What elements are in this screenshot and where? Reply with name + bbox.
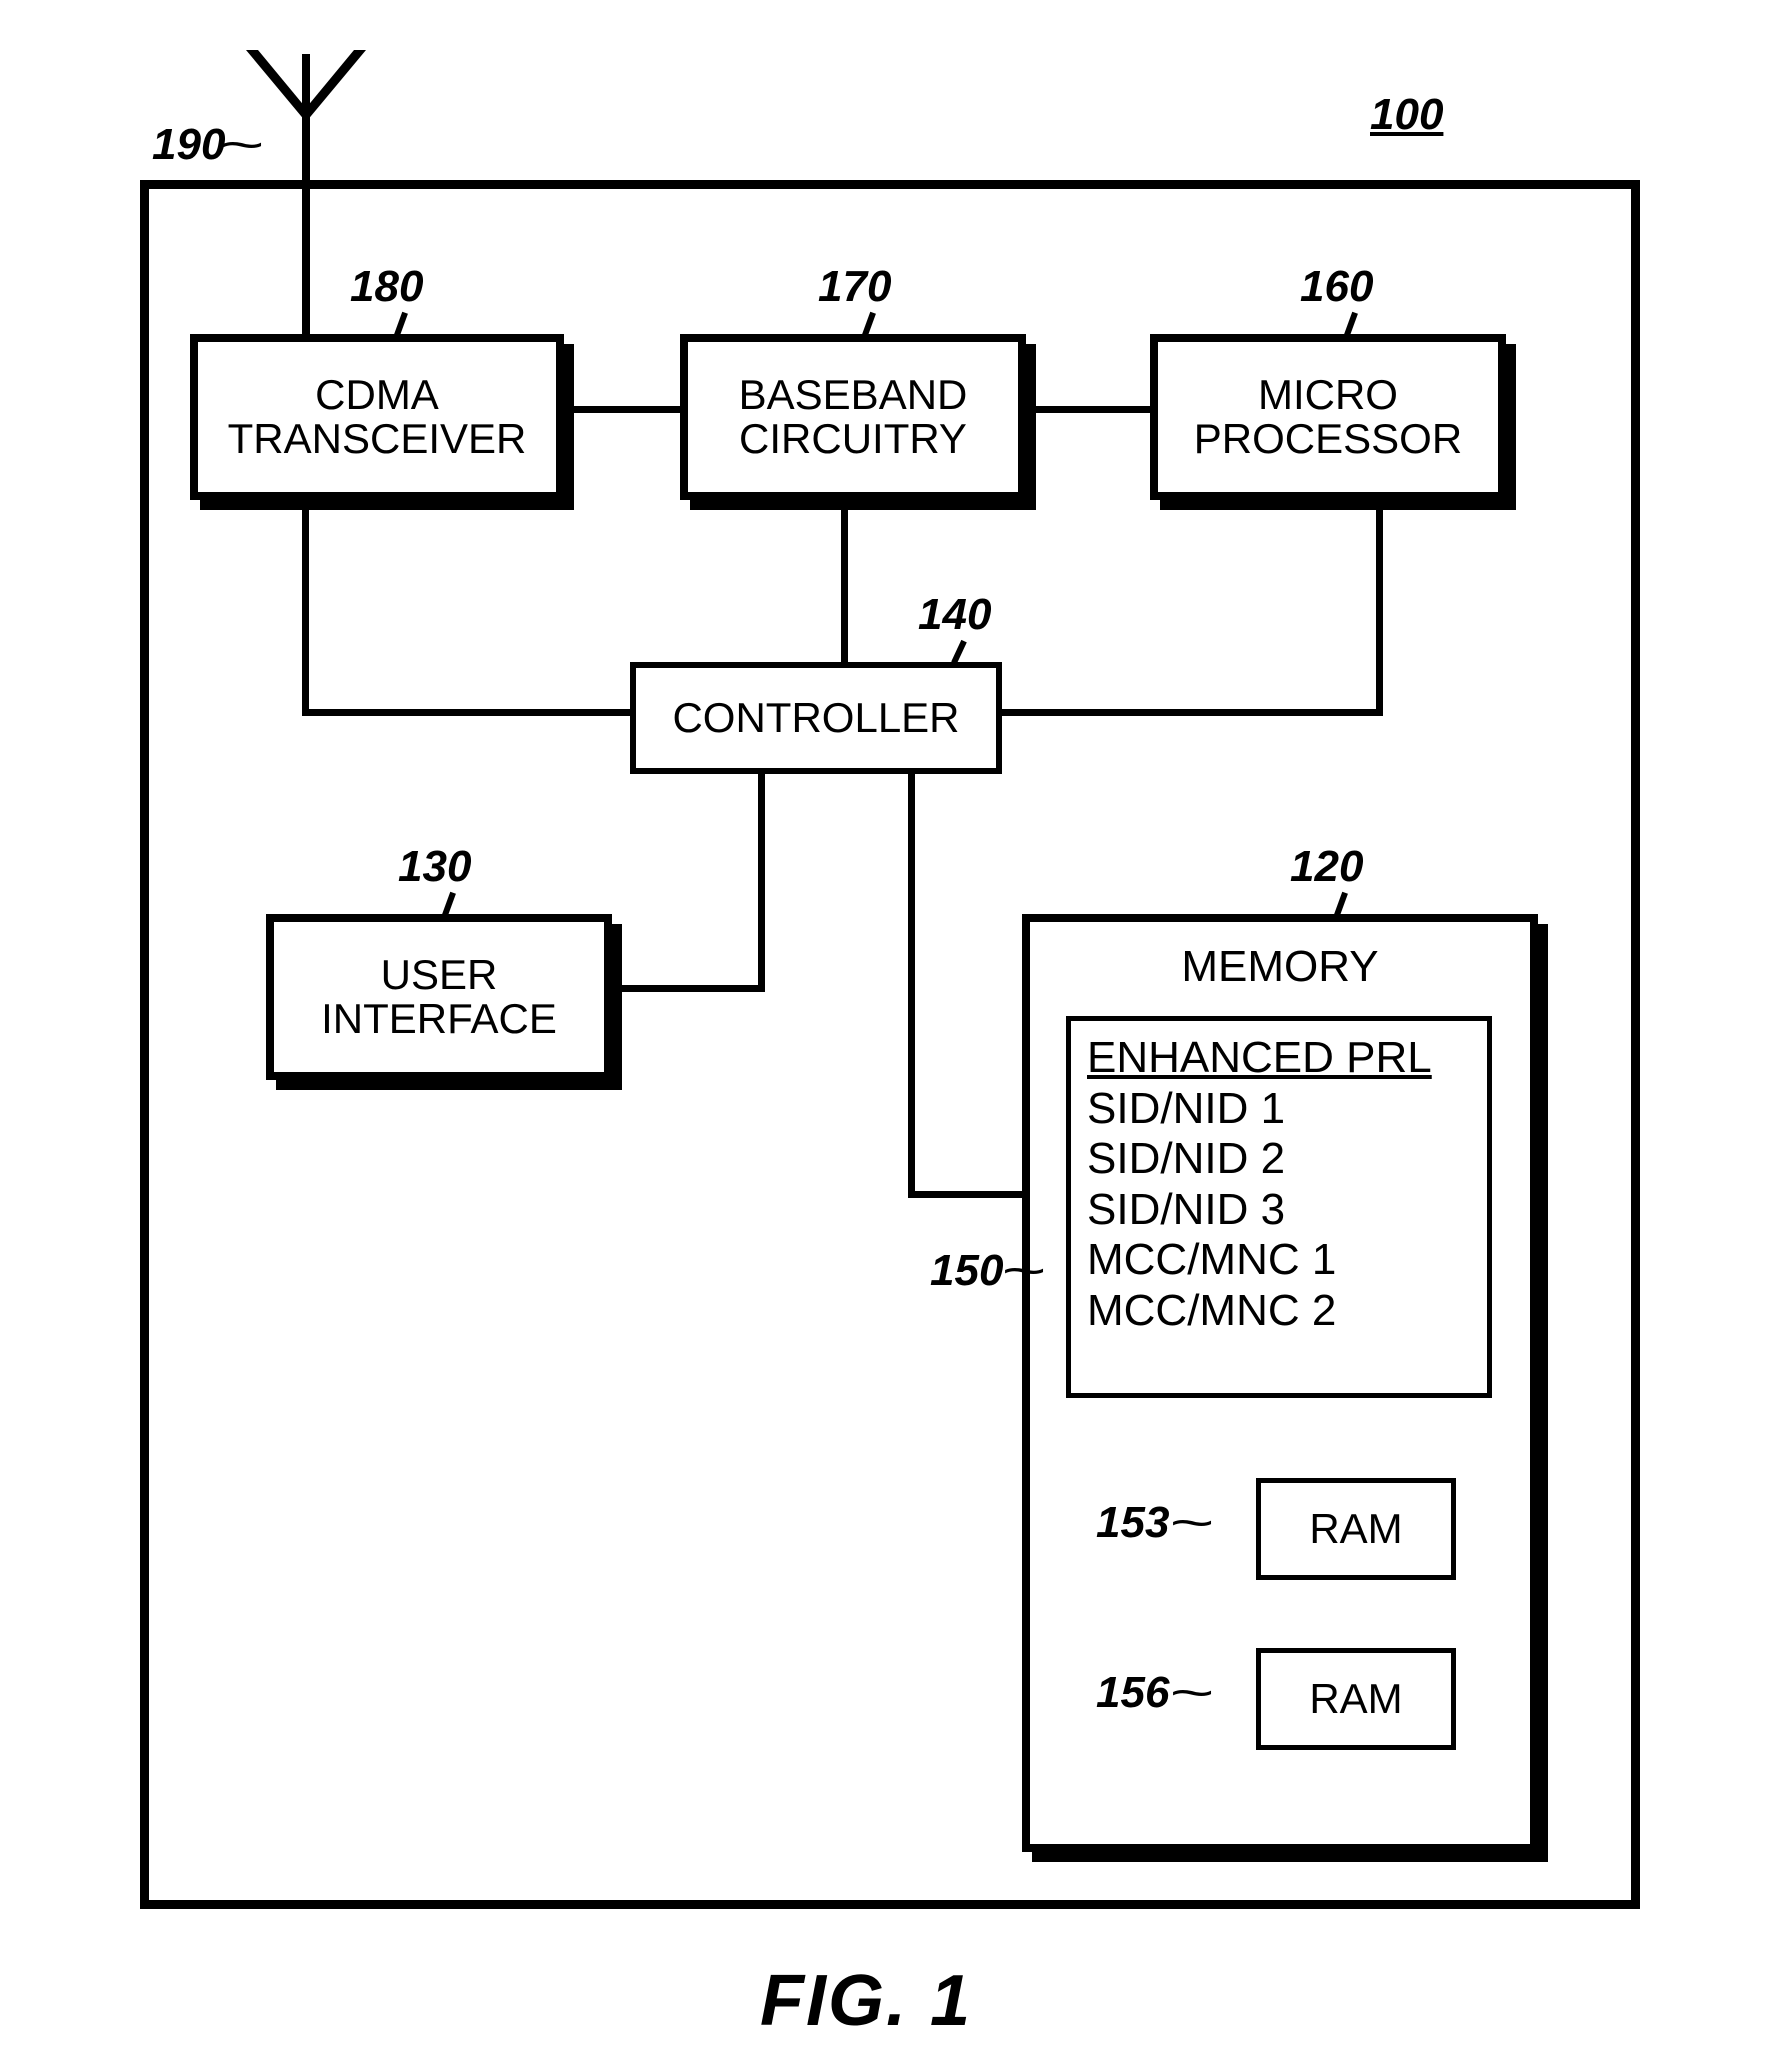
block-microprocessor: MICRO PROCESSOR — [1150, 334, 1506, 500]
lead-140 — [951, 640, 967, 664]
label-controller: CONTROLLER — [672, 696, 959, 740]
block-user-interface: USER INTERFACE — [266, 914, 612, 1080]
ref-100: 100 — [1370, 90, 1443, 140]
block-controller: CONTROLLER — [630, 662, 1002, 774]
conn-baseband-controller — [841, 494, 848, 664]
prl-row-4: MCC/MNC 2 — [1087, 1286, 1432, 1337]
conn-micro-left — [996, 709, 1383, 716]
label-baseband: BASEBAND CIRCUITRY — [739, 373, 968, 461]
prl-row-1: SID/NID 2 — [1087, 1134, 1432, 1185]
outer-frame-bottom — [140, 1900, 1640, 1909]
ref-150: 150 — [930, 1246, 1003, 1296]
conn-micro-down — [1376, 494, 1383, 716]
conn-baseband-micro — [1020, 406, 1150, 413]
ref-156: 156 — [1096, 1668, 1169, 1718]
prl-row-0: SID/NID 1 — [1087, 1084, 1432, 1135]
ref-130: 130 — [398, 842, 471, 892]
prl-row-3: MCC/MNC 1 — [1087, 1235, 1432, 1286]
conn-ctrl-down-left — [758, 768, 765, 992]
conn-ctrl-to-mem — [908, 1191, 1024, 1198]
outer-frame-left — [140, 180, 149, 1909]
ref-120: 120 — [1290, 842, 1363, 892]
lead-190: ~ — [220, 118, 265, 173]
block-enhanced-prl: ENHANCED PRL SID/NID 1 SID/NID 2 SID/NID… — [1066, 1016, 1492, 1398]
ref-140: 140 — [918, 590, 991, 640]
block-ram-153: RAM — [1256, 1478, 1456, 1580]
label-ram-156: RAM — [1309, 1677, 1402, 1721]
lead-156: ~ — [1170, 1666, 1215, 1721]
label-ram-153: RAM — [1309, 1507, 1402, 1551]
ref-190: 190 — [152, 120, 225, 170]
diagram-root: 100 190 ~ 180 170 160 CDMA TRANSCEIVER B… — [0, 0, 1780, 2065]
ref-170: 170 — [818, 262, 891, 312]
conn-ctrl-to-ui — [606, 985, 765, 992]
conn-cdma-baseband — [558, 406, 680, 413]
conn-ctrl-down-right — [908, 768, 915, 1198]
antenna-stem — [302, 54, 310, 334]
block-baseband-circuitry: BASEBAND CIRCUITRY — [680, 334, 1026, 500]
label-memory-title: MEMORY — [1030, 944, 1530, 990]
prl-header: ENHANCED PRL — [1087, 1033, 1432, 1084]
ref-180: 180 — [350, 262, 423, 312]
label-ui: USER INTERFACE — [321, 953, 557, 1041]
lead-150: ~ — [1002, 1244, 1047, 1299]
block-ram-156: RAM — [1256, 1648, 1456, 1750]
prl-row-2: SID/NID 3 — [1087, 1185, 1432, 1236]
label-cdma: CDMA TRANSCEIVER — [228, 373, 527, 461]
lead-160 — [1344, 312, 1358, 337]
lead-130 — [442, 892, 456, 917]
conn-cdma-right — [302, 709, 632, 716]
lead-153: ~ — [1170, 1496, 1215, 1551]
lead-170 — [862, 312, 876, 337]
prl-contents: ENHANCED PRL SID/NID 1 SID/NID 2 SID/NID… — [1087, 1033, 1432, 1337]
ref-160: 160 — [1300, 262, 1373, 312]
block-cdma-transceiver: CDMA TRANSCEIVER — [190, 334, 564, 500]
lead-120 — [1334, 892, 1348, 917]
outer-frame-right — [1631, 180, 1640, 1909]
outer-frame-top — [140, 180, 1640, 189]
label-micro: MICRO PROCESSOR — [1194, 373, 1462, 461]
ref-153: 153 — [1096, 1498, 1169, 1548]
lead-180 — [394, 312, 408, 337]
conn-cdma-down — [302, 494, 309, 716]
figure-caption: FIG. 1 — [760, 1960, 972, 2042]
